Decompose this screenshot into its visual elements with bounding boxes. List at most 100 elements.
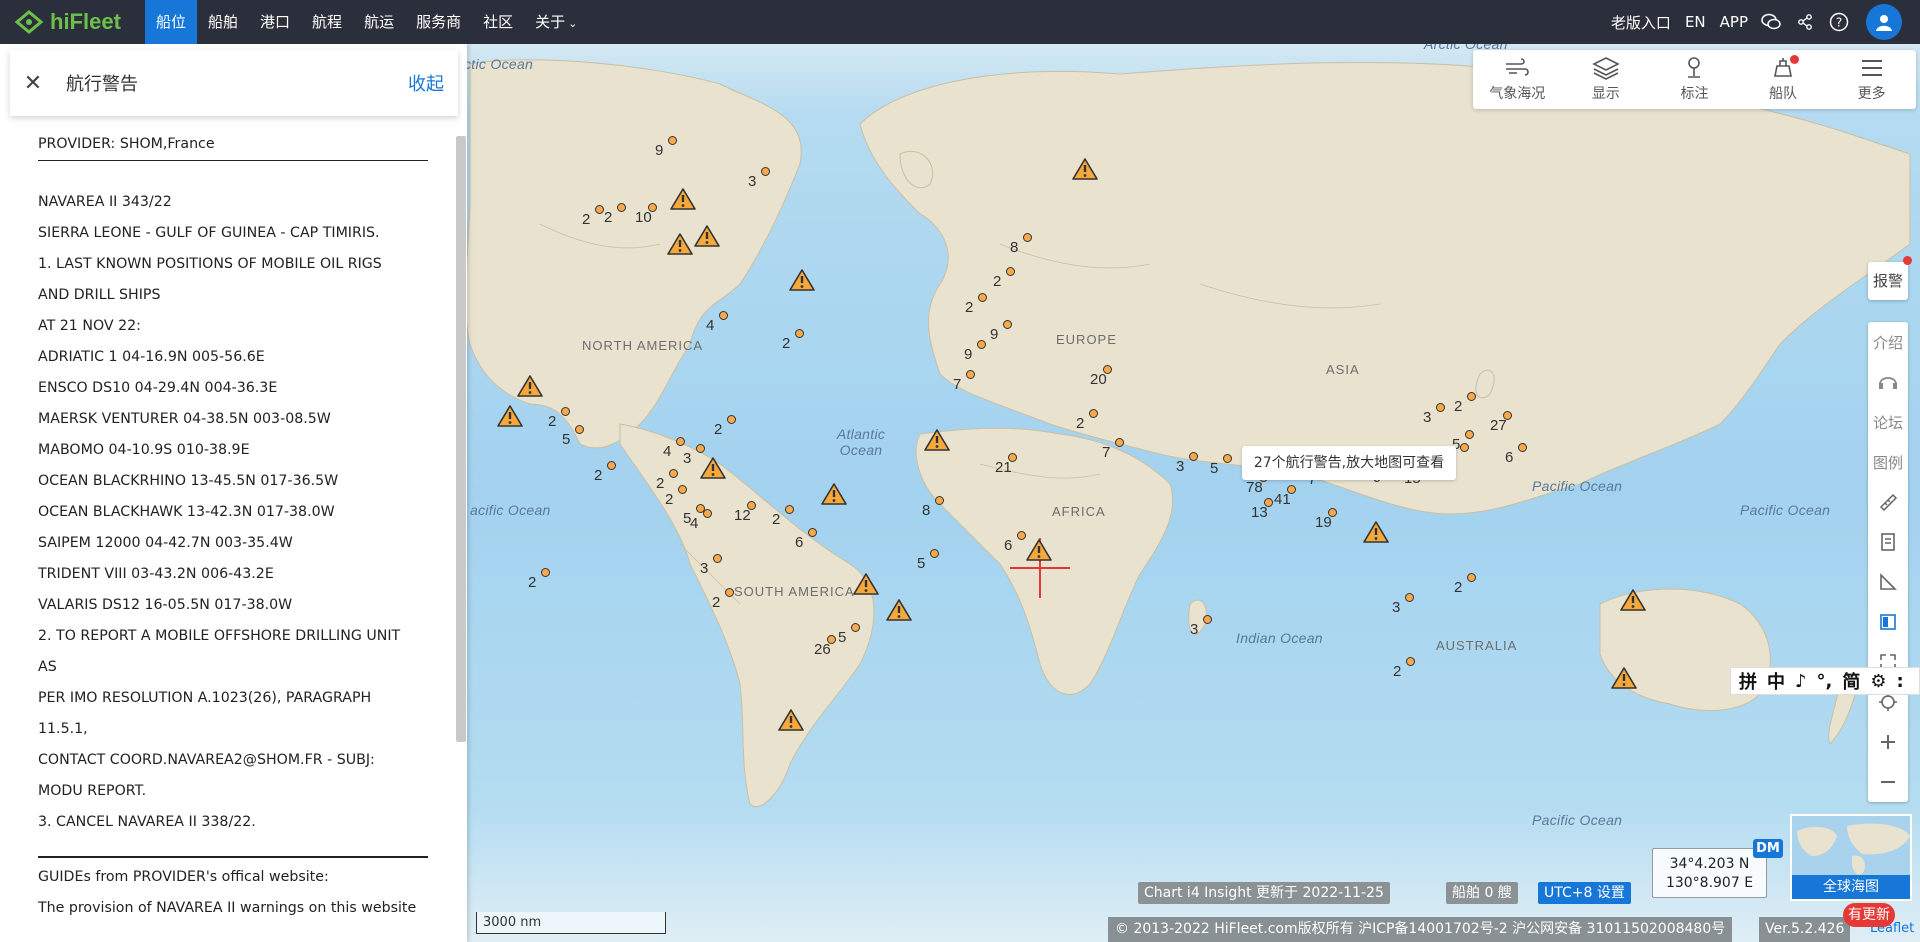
cluster-marker[interactable]: 3 [683,444,708,467]
ime-item[interactable]: 简 [1842,668,1860,694]
update-badge[interactable]: 有更新 [1843,903,1895,927]
cluster-marker[interactable]: 5 [838,623,863,646]
cluster-marker[interactable]: 2 [1454,392,1479,415]
nav-warning-icon[interactable] [667,232,693,256]
toolbar-mark[interactable]: 标注 [1650,50,1739,109]
cluster-marker[interactable]: 3 [700,554,725,577]
cluster-marker[interactable]: 20 [1090,365,1115,388]
close-icon[interactable]: ✕ [10,71,56,96]
old-version-link[interactable]: 老版入口 [1611,12,1671,33]
cluster-marker[interactable]: 3 [1190,615,1215,638]
share-icon[interactable] [1794,11,1816,33]
toolbar-display[interactable]: 显示 [1562,50,1651,109]
nav-warning-icon[interactable] [1026,538,1052,562]
nav-item-about[interactable]: 关于 ⌄ [524,0,588,44]
cluster-marker[interactable]: 8 [922,496,947,519]
cluster-marker[interactable]: 2 [1393,657,1418,680]
nav-warning-icon[interactable] [1072,157,1098,181]
cluster-marker[interactable]: 9 [990,320,1015,343]
global-chart-button[interactable]: 全球海图 [1792,875,1910,899]
toolbar-more[interactable]: 更多 [1827,50,1916,109]
cluster-marker[interactable]: 2 [714,415,739,438]
layout-icon[interactable] [1868,602,1908,642]
alarm-button[interactable]: 报警 [1868,256,1912,300]
cluster-marker[interactable]: 5 [562,425,587,448]
cluster-marker[interactable]: 5 [1452,430,1477,453]
cluster-marker[interactable]: 4 [706,311,731,334]
cluster-marker[interactable]: 6 [1004,531,1029,554]
nav-warning-icon[interactable] [853,572,879,596]
cluster-marker[interactable]: 2 [772,505,797,528]
help-icon[interactable]: ? [1828,11,1850,33]
nav-item-ports[interactable]: 港口 [249,0,301,44]
nav-warning-icon[interactable] [517,374,543,398]
cluster-marker[interactable]: 2 [604,203,629,226]
nav-item-voyage[interactable]: 航程 [301,0,353,44]
ime-item[interactable]: 拼 [1739,668,1757,694]
ruler-icon[interactable] [1868,482,1908,522]
cluster-marker[interactable]: 3 [1176,452,1201,475]
nav-warning-icon[interactable] [778,708,804,732]
cluster-marker[interactable]: 5 [683,504,708,527]
ime-item[interactable]: ♪ [1795,671,1807,692]
intro-button[interactable]: 介绍 [1868,322,1908,362]
zoom-in-icon[interactable] [1868,722,1908,762]
cluster-marker[interactable]: 12 [734,501,759,524]
headset-icon[interactable] [1868,362,1908,402]
cluster-marker[interactable]: 3 [1423,403,1448,426]
cluster-marker[interactable]: 6 [1505,443,1530,466]
app-link[interactable]: APP [1720,13,1748,31]
cluster-marker[interactable]: 6 [795,528,820,551]
cluster-marker[interactable]: 2 [656,469,681,492]
nav-item-providers[interactable]: 服务商 [405,0,472,44]
ime-item[interactable]: : [1896,671,1903,692]
nav-warning-icon[interactable] [700,456,726,480]
coord-format-toggle[interactable]: DM [1753,839,1783,858]
nav-warning-icon[interactable] [886,598,912,622]
cluster-marker[interactable]: 10 [635,203,660,226]
nav-item-shipping[interactable]: 航运 [353,0,405,44]
forum-button[interactable]: 论坛 [1868,402,1908,442]
cluster-marker[interactable]: 2 [1447,443,1472,466]
cluster-marker[interactable]: 27 [1490,411,1515,434]
collapse-button[interactable]: 收起 [408,70,444,96]
cluster-marker[interactable]: 2 [594,461,619,484]
language-link[interactable]: EN [1685,13,1706,31]
cluster-marker[interactable]: 7 [953,370,978,393]
measure-angle-icon[interactable] [1868,562,1908,602]
ime-item[interactable]: 中 [1767,668,1785,694]
cluster-marker[interactable]: 2 [712,588,737,611]
cluster-marker[interactable]: 2 [782,329,807,352]
ime-toolbar[interactable]: 拼 中 ♪ °, 简 ⚙ : [1730,667,1920,695]
cluster-marker[interactable]: 7 [1102,438,1127,461]
nav-warning-icon[interactable] [670,187,696,211]
nav-item-ships[interactable]: 船舶 [197,0,249,44]
nav-item-community[interactable]: 社区 [472,0,524,44]
nav-warning-icon[interactable] [1611,666,1637,690]
cluster-marker[interactable]: 2 [528,568,553,591]
logo[interactable]: hiFleet [0,0,145,44]
nav-warning-icon[interactable] [497,404,523,428]
utc-settings-button[interactable]: UTC+8 设置 [1538,882,1631,904]
cluster-marker[interactable]: 3 [1392,593,1417,616]
cluster-marker[interactable]: 41 [1274,485,1299,508]
ime-item[interactable]: ⚙ [1870,671,1886,692]
nav-warning-icon[interactable] [924,428,950,452]
nav-item-position[interactable]: 船位 [145,0,198,44]
nav-warning-icon[interactable] [1620,588,1646,612]
toolbar-fleet[interactable]: 船队 [1739,50,1828,109]
cluster-marker[interactable]: 9 [964,340,989,363]
document-icon[interactable] [1868,522,1908,562]
cluster-marker[interactable]: 9 [655,136,680,159]
cluster-marker[interactable]: 8 [1010,233,1035,256]
cluster-marker[interactable]: 2 [548,407,573,430]
cluster-marker[interactable]: 2 [993,267,1018,290]
nav-warning-icon[interactable] [789,268,815,292]
nav-warning-icon[interactable] [821,482,847,506]
cluster-marker[interactable]: 21 [995,453,1020,476]
cluster-marker[interactable]: 2 [965,293,990,316]
cluster-marker[interactable]: 3 [748,167,773,190]
legend-button[interactable]: 图例 [1868,442,1908,482]
minimap[interactable]: 全球海图 [1790,814,1912,901]
cluster-marker[interactable]: 2 [1076,409,1101,432]
